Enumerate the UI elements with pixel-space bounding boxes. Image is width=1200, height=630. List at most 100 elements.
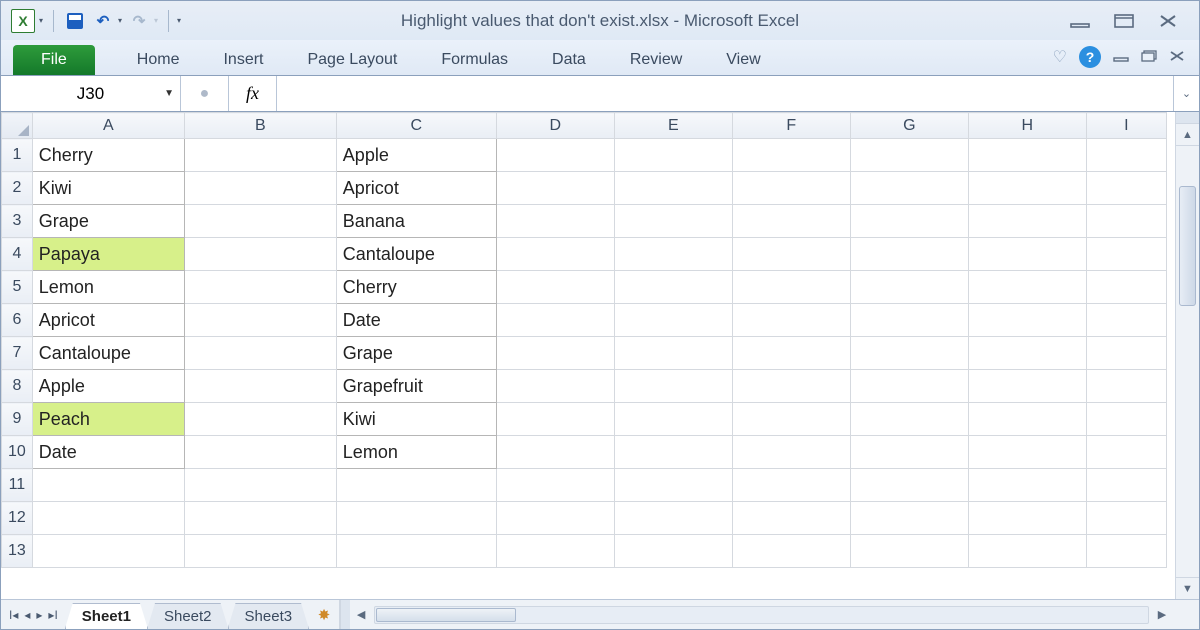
cell-A10[interactable]: Date <box>32 436 184 469</box>
cell-F13[interactable] <box>732 535 850 568</box>
cell-D8[interactable] <box>496 370 614 403</box>
cell-C1[interactable]: Apple <box>336 139 496 172</box>
cell-B11[interactable] <box>184 469 336 502</box>
cell-C10[interactable]: Lemon <box>336 436 496 469</box>
cell-C7[interactable]: Grape <box>336 337 496 370</box>
sheet-tab-sheet1[interactable]: Sheet1 <box>65 603 148 629</box>
cell-E5[interactable] <box>614 271 732 304</box>
name-box[interactable]: J30 ▼ <box>1 76 181 111</box>
cell-G13[interactable] <box>850 535 968 568</box>
vsplit-handle[interactable] <box>1176 112 1199 124</box>
row-header-3[interactable]: 3 <box>2 205 33 238</box>
cell-A12[interactable] <box>32 502 184 535</box>
cell-G7[interactable] <box>850 337 968 370</box>
cell-B8[interactable] <box>184 370 336 403</box>
tab-insert[interactable]: Insert <box>201 45 285 75</box>
cell-A7[interactable]: Cantaloupe <box>32 337 184 370</box>
cell-A9[interactable]: Peach <box>32 403 184 436</box>
cell-B4[interactable] <box>184 238 336 271</box>
cell-B6[interactable] <box>184 304 336 337</box>
sheet-tab-sheet3[interactable]: Sheet3 <box>228 603 310 629</box>
cell-G1[interactable] <box>850 139 968 172</box>
cell-A4[interactable]: Papaya <box>32 238 184 271</box>
tab-page-layout[interactable]: Page Layout <box>285 45 419 75</box>
vertical-scrollbar[interactable]: ▲ ▼ <box>1175 112 1199 599</box>
hsplit-handle[interactable] <box>340 600 350 629</box>
cell-F11[interactable] <box>732 469 850 502</box>
cell-C6[interactable]: Date <box>336 304 496 337</box>
close-button[interactable] <box>1155 12 1181 30</box>
qat-app-menu[interactable]: ▾ <box>39 16 43 25</box>
tab-home[interactable]: Home <box>115 45 202 75</box>
redo-button[interactable]: ↷ <box>128 10 150 32</box>
select-all-corner[interactable] <box>2 113 33 139</box>
cell-F1[interactable] <box>732 139 850 172</box>
cell-B12[interactable] <box>184 502 336 535</box>
row-header-6[interactable]: 6 <box>2 304 33 337</box>
cell-H7[interactable] <box>968 337 1086 370</box>
cell-B2[interactable] <box>184 172 336 205</box>
ribbon-options-icon[interactable]: ♡ <box>1053 47 1067 67</box>
row-header-2[interactable]: 2 <box>2 172 33 205</box>
cell-I1[interactable] <box>1086 139 1166 172</box>
col-header-C[interactable]: C <box>336 113 496 139</box>
undo-menu[interactable]: ▾ <box>118 16 122 25</box>
cell-B3[interactable] <box>184 205 336 238</box>
cell-B9[interactable] <box>184 403 336 436</box>
cell-B13[interactable] <box>184 535 336 568</box>
cell-H2[interactable] <box>968 172 1086 205</box>
cell-E2[interactable] <box>614 172 732 205</box>
row-header-8[interactable]: 8 <box>2 370 33 403</box>
save-button[interactable] <box>64 10 86 32</box>
cell-A5[interactable]: Lemon <box>32 271 184 304</box>
cell-H13[interactable] <box>968 535 1086 568</box>
cell-I12[interactable] <box>1086 502 1166 535</box>
row-header-9[interactable]: 9 <box>2 403 33 436</box>
cell-H11[interactable] <box>968 469 1086 502</box>
cell-I11[interactable] <box>1086 469 1166 502</box>
tab-view[interactable]: View <box>704 45 782 75</box>
cell-G9[interactable] <box>850 403 968 436</box>
cell-I8[interactable] <box>1086 370 1166 403</box>
cell-B5[interactable] <box>184 271 336 304</box>
cell-D3[interactable] <box>496 205 614 238</box>
cell-I4[interactable] <box>1086 238 1166 271</box>
cell-C4[interactable]: Cantaloupe <box>336 238 496 271</box>
cell-D13[interactable] <box>496 535 614 568</box>
cell-F2[interactable] <box>732 172 850 205</box>
cell-G3[interactable] <box>850 205 968 238</box>
cell-E11[interactable] <box>614 469 732 502</box>
cell-I9[interactable] <box>1086 403 1166 436</box>
insert-function-button[interactable]: fx <box>229 76 277 111</box>
cell-A3[interactable]: Grape <box>32 205 184 238</box>
workbook-restore-button[interactable] <box>1141 49 1157 65</box>
cell-A8[interactable]: Apple <box>32 370 184 403</box>
grid[interactable]: ABCDEFGHI1CherryApple2KiwiApricot3GrapeB… <box>1 112 1175 599</box>
cell-G11[interactable] <box>850 469 968 502</box>
cell-B7[interactable] <box>184 337 336 370</box>
excel-icon[interactable]: X <box>11 9 35 33</box>
cell-F3[interactable] <box>732 205 850 238</box>
cell-G12[interactable] <box>850 502 968 535</box>
cell-E7[interactable] <box>614 337 732 370</box>
row-header-7[interactable]: 7 <box>2 337 33 370</box>
row-header-13[interactable]: 13 <box>2 535 33 568</box>
customize-qat[interactable]: ▾ <box>177 16 181 25</box>
name-box-dropdown-icon[interactable]: ▼ <box>164 88 174 99</box>
cell-A6[interactable]: Apricot <box>32 304 184 337</box>
scroll-down-button[interactable]: ▼ <box>1176 577 1199 599</box>
scroll-left-button[interactable]: ◀ <box>350 600 372 629</box>
cell-B1[interactable] <box>184 139 336 172</box>
cell-E13[interactable] <box>614 535 732 568</box>
cell-H1[interactable] <box>968 139 1086 172</box>
cell-C5[interactable]: Cherry <box>336 271 496 304</box>
cell-D9[interactable] <box>496 403 614 436</box>
redo-menu[interactable]: ▾ <box>154 16 158 25</box>
cell-C3[interactable]: Banana <box>336 205 496 238</box>
cell-D4[interactable] <box>496 238 614 271</box>
tab-data[interactable]: Data <box>530 45 608 75</box>
cell-C9[interactable]: Kiwi <box>336 403 496 436</box>
cell-D6[interactable] <box>496 304 614 337</box>
cell-G4[interactable] <box>850 238 968 271</box>
col-header-G[interactable]: G <box>850 113 968 139</box>
